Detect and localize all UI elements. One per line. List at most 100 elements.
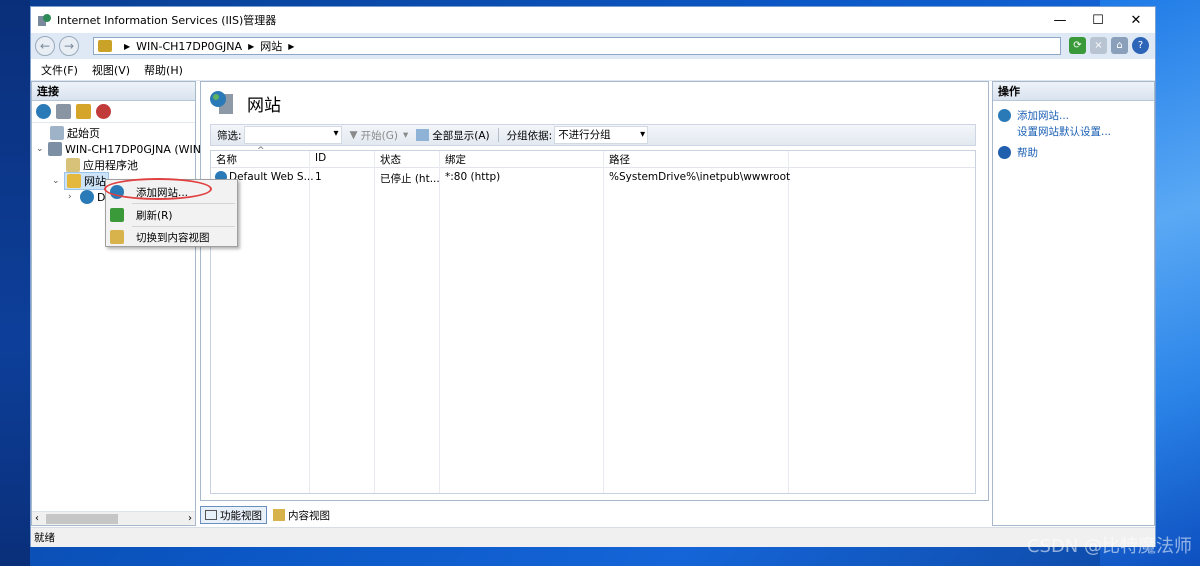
tab-content-view[interactable]: 内容视图 — [269, 506, 334, 524]
table-row[interactable]: Default Web S... 1 已停止 (ht... *:80 (http… — [211, 170, 975, 186]
group-by-label: 分组依据: — [506, 129, 553, 142]
server-icon — [48, 142, 62, 156]
disconnect-icon[interactable] — [96, 104, 111, 119]
action-help-label: 帮助 — [1017, 147, 1038, 159]
save-icon[interactable] — [56, 104, 71, 119]
menu-bar: 文件(F) 视图(V) 帮助(H) — [31, 59, 1155, 81]
action-site-defaults[interactable]: 设置网站默认设置... — [1017, 124, 1111, 139]
menu-item-switch-content-view[interactable]: 切换到内容视图 — [108, 227, 235, 247]
add-site-icon — [998, 109, 1011, 122]
filter-input[interactable] — [243, 126, 342, 144]
action-help[interactable]: 帮助 — [998, 145, 1038, 160]
actions-header: 操作 — [993, 82, 1154, 101]
column-header-id[interactable]: ID — [310, 152, 326, 164]
column-status[interactable]: 状态 — [375, 151, 440, 493]
sites-list: ^ 名称 ID 状态 绑定 路径 Default Web S... 1 已停止 … — [210, 146, 976, 494]
show-all-label: 全部显示(A) — [432, 129, 490, 142]
content-view-icon — [273, 509, 285, 521]
action-add-site[interactable]: 添加网站... — [998, 108, 1069, 123]
address-field[interactable]: ▶ WIN-CH17DP0GJNA ▶ 网站 ▶ — [93, 37, 1061, 55]
menu-item-label: 刷新(R) — [136, 209, 173, 222]
tree-item-app-pools[interactable]: 应用程序池 — [66, 157, 138, 173]
connections-pane: 连接 起始页 ⌄ WIN-CH17DP0GJNA (WIN- 应用程序池 ⌄ 网… — [31, 81, 205, 526]
column-id[interactable]: ID — [310, 151, 375, 493]
window-title: Internet Information Services (IIS)管理器 — [57, 14, 277, 27]
menu-file[interactable]: 文件(F) — [41, 62, 78, 78]
site-binding: *:80 (http) — [445, 171, 501, 183]
site-status: 已停止 (ht... — [380, 173, 440, 185]
sites-folder-icon — [67, 174, 81, 188]
start-filter-label: 开始(G) — [360, 129, 398, 142]
forward-button[interactable]: → — [59, 36, 79, 56]
home-icon[interactable]: ⌂ — [1111, 37, 1128, 54]
breadcrumb-separator-icon: ▶ — [248, 41, 255, 51]
connect-icon[interactable] — [36, 104, 51, 119]
minimize-button[interactable]: — — [1041, 7, 1079, 33]
breadcrumb-server[interactable]: WIN-CH17DP0GJNA — [136, 40, 242, 53]
close-button[interactable]: ✕ — [1117, 7, 1155, 33]
scroll-right-icon[interactable]: › — [188, 513, 192, 524]
watermark: CSDN @比特魔法师 — [1026, 536, 1192, 557]
stop-icon[interactable]: × — [1090, 37, 1107, 54]
site-path: %SystemDrive%\inetpub\wwwroot — [609, 171, 791, 183]
column-header-binding[interactable]: 绑定 — [440, 152, 466, 167]
menu-help[interactable]: 帮助(H) — [144, 62, 183, 78]
maximize-button[interactable]: ☐ — [1079, 7, 1117, 33]
features-view-icon — [205, 510, 217, 520]
view-tabs: 功能视图 内容视图 — [200, 505, 334, 525]
folder-icon — [98, 40, 112, 52]
refresh-icon[interactable]: ⟳ — [1069, 37, 1086, 54]
filter-bar: 筛选: ▼ 开始(G) ▾ 全部显示(A) 分组依据: 不进行分组 — [210, 124, 976, 146]
tree-item-start-page[interactable]: 起始页 — [50, 125, 100, 141]
chevron-down-icon[interactable]: ⌄ — [52, 176, 62, 186]
tree-item-sites[interactable]: ⌄ 网站 — [52, 172, 109, 190]
globe-icon — [80, 190, 94, 204]
column-header-path[interactable]: 路径 — [604, 152, 630, 167]
up-folder-icon[interactable] — [76, 104, 91, 119]
iis-app-icon — [37, 13, 51, 27]
start-filter-button[interactable]: ▼ 开始(G) ▾ — [350, 128, 409, 143]
actions-pane: 操作 添加网站... 设置网站默认设置... 帮助 — [992, 81, 1155, 526]
show-all-button[interactable]: 全部显示(A) — [416, 128, 490, 143]
tab-features-view[interactable]: 功能视图 — [200, 506, 267, 524]
tab-features-label: 功能视图 — [220, 509, 262, 522]
scroll-left-icon[interactable]: ‹ — [35, 513, 39, 524]
content-pane: 网站 筛选: ▼ 开始(G) ▾ 全部显示(A) 分组依据: 不进行分组 — [200, 81, 989, 526]
menu-view[interactable]: 视图(V) — [92, 62, 130, 78]
content-view-icon — [110, 230, 124, 244]
tree-item-server[interactable]: ⌄ WIN-CH17DP0GJNA (WIN- — [36, 141, 205, 157]
sites-globe-icon — [210, 91, 233, 114]
start-page-icon — [50, 126, 64, 140]
desktop-background-left — [0, 0, 30, 566]
group-by-select[interactable]: 不进行分组 — [554, 126, 649, 144]
chevron-down-icon[interactable]: ⌄ — [36, 144, 46, 154]
app-pools-icon — [66, 158, 80, 172]
status-bar: 就绪 — [31, 527, 1155, 547]
title-bar: Internet Information Services (IIS)管理器 —… — [31, 7, 1155, 33]
breadcrumb-sites[interactable]: 网站 — [260, 38, 282, 54]
action-add-site-label: 添加网站... — [1017, 110, 1070, 122]
chevron-down-icon[interactable]: ▾ — [403, 129, 408, 141]
horizontal-scrollbar[interactable]: ‹ › — [32, 511, 195, 525]
page-title: 网站 — [247, 95, 281, 116]
help-icon — [998, 146, 1011, 159]
column-header-status[interactable]: 状态 — [375, 152, 401, 167]
column-header-name[interactable]: 名称 — [211, 152, 237, 167]
tree-item-default-site[interactable]: › D — [68, 189, 105, 205]
funnel-icon: ▼ — [349, 129, 358, 141]
column-path[interactable]: 路径 — [604, 151, 789, 493]
site-name: Default Web S... — [229, 171, 314, 183]
tab-content-label: 内容视图 — [288, 509, 330, 522]
connections-header: 连接 — [32, 82, 195, 101]
chevron-right-icon[interactable]: › — [68, 192, 78, 202]
breadcrumb-separator-icon: ▶ — [288, 41, 295, 51]
menu-item-refresh[interactable]: 刷新(R) — [108, 205, 235, 225]
column-binding[interactable]: 绑定 — [440, 151, 604, 493]
page-header: 网站 — [209, 90, 281, 116]
back-button[interactable]: ← — [35, 36, 55, 56]
scrollbar-thumb[interactable] — [46, 514, 118, 524]
tree-item-label: 应用程序池 — [83, 159, 138, 172]
help-icon[interactable]: ? — [1132, 37, 1149, 54]
connections-toolbar — [32, 101, 195, 123]
site-id: 1 — [315, 171, 322, 183]
